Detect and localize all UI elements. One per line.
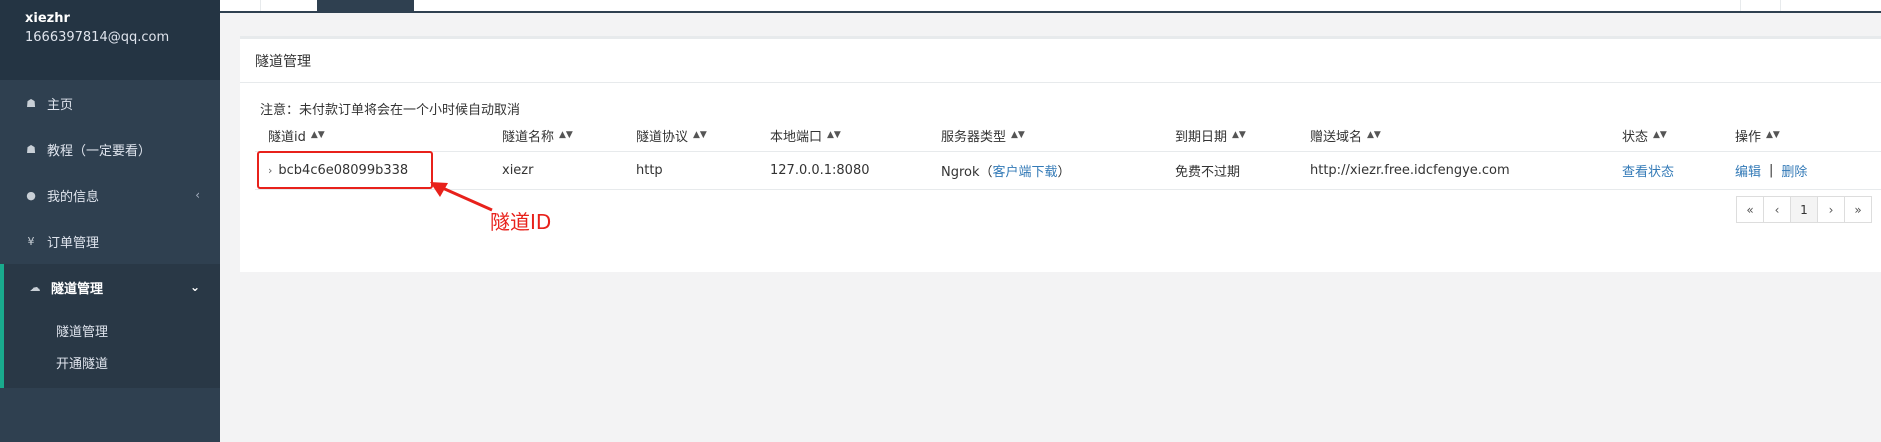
user-icon: ● xyxy=(26,188,36,202)
sidebar-item-label: 我的信息 xyxy=(47,189,100,205)
column-header-domain[interactable]: 赠送域名 ▲▼ xyxy=(1310,120,1381,151)
chevron-down-icon: ⌄ xyxy=(189,280,200,294)
sidebar-nav: ☗ 主页 ☗ 教程（一定要看） ● 我的信息 ‹ ¥ 订单管理 ☁ 隧道管理 ⌄ xyxy=(0,80,220,310)
yen-icon: ¥ xyxy=(27,234,35,248)
user-profile: xiezhr 1666397814@qq.com xyxy=(0,0,220,80)
sort-icon: ▲▼ xyxy=(559,130,573,140)
sidebar-item-home[interactable]: ☗ 主页 xyxy=(0,80,220,126)
sort-icon: ▲▼ xyxy=(827,130,841,140)
sort-icon: ▲▼ xyxy=(693,130,707,140)
column-header-local-port[interactable]: 本地端口 ▲▼ xyxy=(770,120,841,151)
annotation-label: 隧道ID xyxy=(490,210,552,234)
sort-icon: ▲▼ xyxy=(1367,130,1381,140)
tunnel-protocol-cell: http xyxy=(636,163,663,178)
sort-icon: ▲▼ xyxy=(1232,130,1246,140)
sort-icon: ▲▼ xyxy=(1653,130,1667,140)
column-header-expiry[interactable]: 到期日期 ▲▼ xyxy=(1175,120,1246,151)
annotation-highlight-box xyxy=(257,151,433,189)
tunnel-panel: 隧道管理 注意：未付款订单将会在一个小时候自动取消 隧道id ▲▼ 隧道名称 ▲▼ … xyxy=(240,36,1881,272)
cloud-icon: ☁ xyxy=(29,280,41,294)
column-header-status[interactable]: 状态 ▲▼ xyxy=(1622,120,1667,151)
sidebar-item-my-info[interactable]: ● 我的信息 ‹ xyxy=(0,172,220,218)
submenu-item-label: 隧道管理 xyxy=(56,324,109,340)
submenu-item-open-tunnel[interactable]: 开通隧道 xyxy=(4,346,220,378)
table-header: 隧道id ▲▼ 隧道名称 ▲▼ 隧道协议 ▲▼ 本地端口 ▲▼ 服务器类型 ▲▼ 到期日期… xyxy=(255,120,1881,152)
domain-cell: http://xiezr.free.idcfengye.com xyxy=(1310,163,1510,178)
user-email: 1666397814@qq.com xyxy=(25,30,170,45)
sort-icon: ▲▼ xyxy=(1766,130,1780,140)
sidebar-item-label: 隧道管理 xyxy=(51,281,104,297)
sort-icon: ▲▼ xyxy=(1011,130,1025,140)
notice-text: 注意：未付款订单将会在一个小时候自动取消 xyxy=(260,103,521,118)
user-name: xiezhr xyxy=(25,11,70,26)
panel-title: 隧道管理 xyxy=(240,39,1881,83)
home-icon: ☗ xyxy=(26,142,36,156)
column-header-protocol[interactable]: 隧道协议 ▲▼ xyxy=(636,120,707,151)
home-icon: ☗ xyxy=(26,96,36,110)
status-cell: 查看状态 xyxy=(1622,152,1674,189)
tunnel-name-cell: xiezr xyxy=(502,163,534,178)
view-status-link[interactable]: 查看状态 xyxy=(1622,161,1674,180)
expiry-cell: 免费不过期 xyxy=(1175,165,1241,180)
submenu-item-tunnel-management[interactable]: 隧道管理 xyxy=(4,314,220,346)
page-number-button[interactable]: 1 xyxy=(1790,196,1818,223)
chevron-left-icon: ‹ xyxy=(195,188,200,202)
actions-cell: 编辑 | 删除 xyxy=(1735,152,1807,189)
edit-link[interactable]: 编辑 xyxy=(1735,161,1761,180)
page-next-button[interactable]: › xyxy=(1817,196,1845,223)
column-header-name[interactable]: 隧道名称 ▲▼ xyxy=(502,120,573,151)
submenu-item-label: 开通隧道 xyxy=(56,356,109,372)
page-last-button[interactable]: » xyxy=(1844,196,1872,223)
tab-divider xyxy=(1780,0,1781,11)
tunnels-submenu: 隧道管理 开通隧道 xyxy=(0,310,220,388)
sidebar: xiezhr 1666397814@qq.com ☗ 主页 ☗ 教程（一定要看）… xyxy=(0,0,220,442)
sidebar-item-tunnels[interactable]: ☁ 隧道管理 ⌄ xyxy=(0,264,220,310)
page-first-button[interactable]: « xyxy=(1736,196,1764,223)
client-download-link[interactable]: 客户端下载 xyxy=(993,161,1058,180)
page-prev-button[interactable]: ‹ xyxy=(1763,196,1791,223)
tab-divider xyxy=(1740,0,1741,11)
pagination: « ‹ 1 › » xyxy=(1736,196,1872,223)
sort-icon: ▲▼ xyxy=(310,130,325,140)
top-tab-strip xyxy=(220,0,1881,13)
action-separator: | xyxy=(1769,163,1774,178)
local-port-cell: 127.0.0.1:8080 xyxy=(770,163,870,178)
delete-link[interactable]: 删除 xyxy=(1781,161,1807,180)
sidebar-item-tutorial[interactable]: ☗ 教程（一定要看） xyxy=(0,126,220,172)
sidebar-item-label: 教程（一定要看） xyxy=(47,143,152,159)
tab-divider xyxy=(260,0,261,11)
sidebar-item-label: 订单管理 xyxy=(47,235,100,251)
sidebar-item-label: 主页 xyxy=(47,97,74,113)
column-header-actions[interactable]: 操作 ▲▼ xyxy=(1735,120,1780,151)
column-header-id[interactable]: 隧道id ▲▼ xyxy=(268,120,325,151)
tab-active[interactable] xyxy=(317,0,414,11)
server-type-cell: Ngrok（ 客户端下载 ） xyxy=(941,152,1071,189)
column-header-server-type[interactable]: 服务器类型 ▲▼ xyxy=(941,120,1025,151)
sidebar-item-orders[interactable]: ¥ 订单管理 xyxy=(0,218,220,264)
